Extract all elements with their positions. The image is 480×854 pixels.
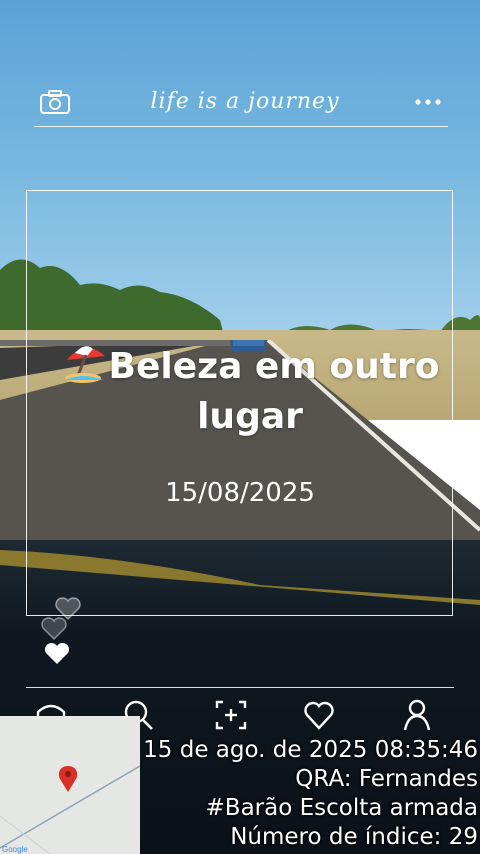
- add-photo-icon[interactable]: [214, 698, 248, 732]
- more-dots-icon[interactable]: [414, 92, 442, 112]
- photo-metadata: 15 de ago. de 2025 08:35:46 QRA: Fernand…: [138, 736, 478, 852]
- profile-icon[interactable]: [400, 698, 434, 732]
- location-map[interactable]: Google: [0, 716, 140, 854]
- heart-outline-icon[interactable]: [40, 617, 68, 641]
- top-divider: [34, 126, 448, 127]
- beach-umbrella-emoji: [64, 346, 105, 383]
- hashtag: #Barão Escolta armada: [205, 795, 478, 821]
- timestamp: 15 de ago. de 2025 08:35:46: [143, 737, 478, 763]
- post-title-text: Beleza em outro lugar: [108, 346, 440, 437]
- camera-icon[interactable]: [40, 90, 70, 114]
- heart-filled-icon[interactable]: [43, 642, 71, 666]
- qra-label: QRA: Fernandes: [295, 766, 478, 792]
- favorites-icon[interactable]: [302, 698, 336, 732]
- post-title: Beleza em outro lugar: [40, 340, 460, 442]
- map-attribution: Google: [2, 845, 28, 854]
- motto-text: life is a journey: [150, 89, 340, 114]
- index-number: Número de índice: 29: [230, 824, 478, 850]
- post-date: 15/08/2025: [165, 478, 315, 508]
- map-roads: [0, 716, 140, 854]
- bottom-divider: [26, 687, 454, 688]
